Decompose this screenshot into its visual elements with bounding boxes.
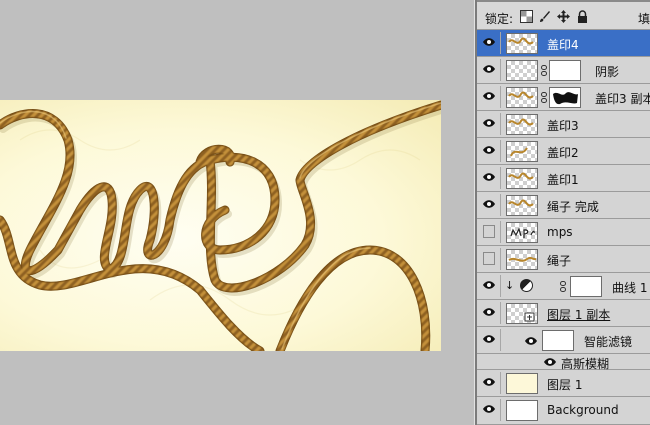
layer-name: 盖印2 xyxy=(547,146,579,160)
eye-icon xyxy=(483,38,495,46)
lock-move-icon[interactable] xyxy=(557,10,570,23)
smart-filters-row[interactable]: 智能滤镜 xyxy=(477,327,650,354)
layer-mask-thumbnail[interactable] xyxy=(549,87,581,108)
visibility-toggle[interactable] xyxy=(479,194,501,216)
layer-row-background[interactable]: Background xyxy=(477,397,650,425)
layer-row-盖印2[interactable]: 盖印2 xyxy=(477,138,650,165)
layer-thumbnail xyxy=(506,400,538,421)
link-icon[interactable] xyxy=(541,65,547,76)
layer-name: 图层 1 xyxy=(547,378,583,392)
layer-row-绳子[interactable]: 绳子 xyxy=(477,246,650,273)
link-icon[interactable] xyxy=(541,92,547,103)
layer-row-mps[interactable]: mps xyxy=(477,219,650,246)
filter-item-row[interactable]: 高斯模糊 xyxy=(477,354,650,371)
layer-row-绳子-完成[interactable]: 绳子 完成 xyxy=(477,192,650,219)
layer-thumbnail xyxy=(506,195,538,216)
eye-icon xyxy=(483,65,495,73)
layer-thumbnail xyxy=(506,249,538,270)
layer-name: Background xyxy=(547,403,619,417)
layer-thumbnail xyxy=(506,303,538,324)
visibility-toggle[interactable] xyxy=(479,372,501,394)
layer-name: 图层 1 副本 xyxy=(547,308,611,322)
rope-artwork xyxy=(0,100,441,351)
layer-thumbnail xyxy=(506,114,538,135)
eye-icon xyxy=(483,200,495,208)
visibility-off-box xyxy=(483,252,495,265)
eye-icon[interactable] xyxy=(524,336,538,346)
layer-row-图层-1[interactable]: 图层 1 xyxy=(477,370,650,397)
layer-name: 阴影 xyxy=(595,65,620,79)
visibility-toggle[interactable] xyxy=(479,113,501,135)
visibility-toggle[interactable] xyxy=(479,275,501,297)
layer-row-盖印1[interactable]: 盖印1 xyxy=(477,165,650,192)
layer-name: 智能滤镜 xyxy=(584,335,633,349)
visibility-toggle[interactable] xyxy=(479,167,501,189)
layer-name: 盖印4 xyxy=(547,38,579,52)
layer-row-曲线-1[interactable]: ↓ 曲线 1 xyxy=(477,273,650,300)
visibility-toggle[interactable] xyxy=(479,221,501,243)
eye-icon xyxy=(483,119,495,127)
layer-thumbnail xyxy=(506,168,538,189)
layer-mask-thumbnail[interactable] xyxy=(570,276,602,297)
layers-panel: 锁定: 填 盖印4 阴影 盖印3 副本 盖印3 盖印2 盖印1 绳子 完成 mp… xyxy=(477,0,650,425)
layer-mask-thumbnail[interactable] xyxy=(549,60,581,81)
layer-row-盖印3-副本[interactable]: 盖印3 副本 xyxy=(477,84,650,111)
smart-filter-mask-thumbnail[interactable] xyxy=(542,330,574,351)
fill-label: 填 xyxy=(638,12,650,26)
lock-label: 锁定: xyxy=(485,12,514,26)
document-canvas[interactable] xyxy=(0,100,441,351)
layer-name: 盖印3 副本 xyxy=(595,92,650,106)
layer-name: 绳子 完成 xyxy=(547,200,599,214)
layer-row-盖印3[interactable]: 盖印3 xyxy=(477,111,650,138)
lock-transparent-icon[interactable] xyxy=(520,10,533,23)
layer-name: 曲线 1 xyxy=(612,281,648,295)
eye-icon xyxy=(483,281,495,289)
canvas-workspace[interactable] xyxy=(0,0,474,425)
eye-icon xyxy=(483,335,495,343)
layer-row-盖印4[interactable]: 盖印4 xyxy=(477,30,650,57)
layer-row-阴影[interactable]: 阴影 xyxy=(477,57,650,84)
visibility-toggle[interactable] xyxy=(479,59,501,81)
layer-thumbnail xyxy=(506,60,538,81)
eye-icon xyxy=(483,173,495,181)
adjustment-layer-icon xyxy=(520,279,533,292)
layer-thumbnail xyxy=(506,222,538,243)
visibility-toggle[interactable] xyxy=(479,248,501,270)
layer-thumbnail xyxy=(506,87,538,108)
layer-thumbnail xyxy=(506,373,538,394)
visibility-toggle[interactable] xyxy=(479,32,501,54)
clipping-arrow-icon: ↓ xyxy=(505,279,515,292)
eye-icon xyxy=(483,308,495,316)
layer-thumbnail xyxy=(506,33,538,54)
lock-all-icon[interactable] xyxy=(576,10,589,23)
lock-toolbar: 锁定: 填 xyxy=(477,2,650,30)
layer-name: 绳子 xyxy=(547,254,572,268)
visibility-toggle[interactable] xyxy=(479,140,501,162)
layer-name: 盖印3 xyxy=(547,119,579,133)
eye-icon xyxy=(483,146,495,154)
layer-name: 盖印1 xyxy=(547,173,579,187)
eye-icon xyxy=(483,378,495,386)
lock-paint-icon[interactable] xyxy=(538,10,551,23)
layer-row-图层-1-副本[interactable]: 图层 1 副本 xyxy=(477,300,650,327)
visibility-toggle[interactable] xyxy=(479,329,501,351)
layer-name: mps xyxy=(547,225,573,239)
eye-icon xyxy=(483,92,495,100)
visibility-toggle[interactable] xyxy=(479,399,501,421)
visibility-toggle[interactable] xyxy=(479,86,501,108)
layer-thumbnail xyxy=(506,141,538,162)
eye-icon xyxy=(483,405,495,413)
link-icon[interactable] xyxy=(560,281,566,292)
visibility-off-box xyxy=(483,225,495,238)
visibility-toggle[interactable] xyxy=(479,302,501,324)
eye-icon[interactable] xyxy=(543,357,557,367)
